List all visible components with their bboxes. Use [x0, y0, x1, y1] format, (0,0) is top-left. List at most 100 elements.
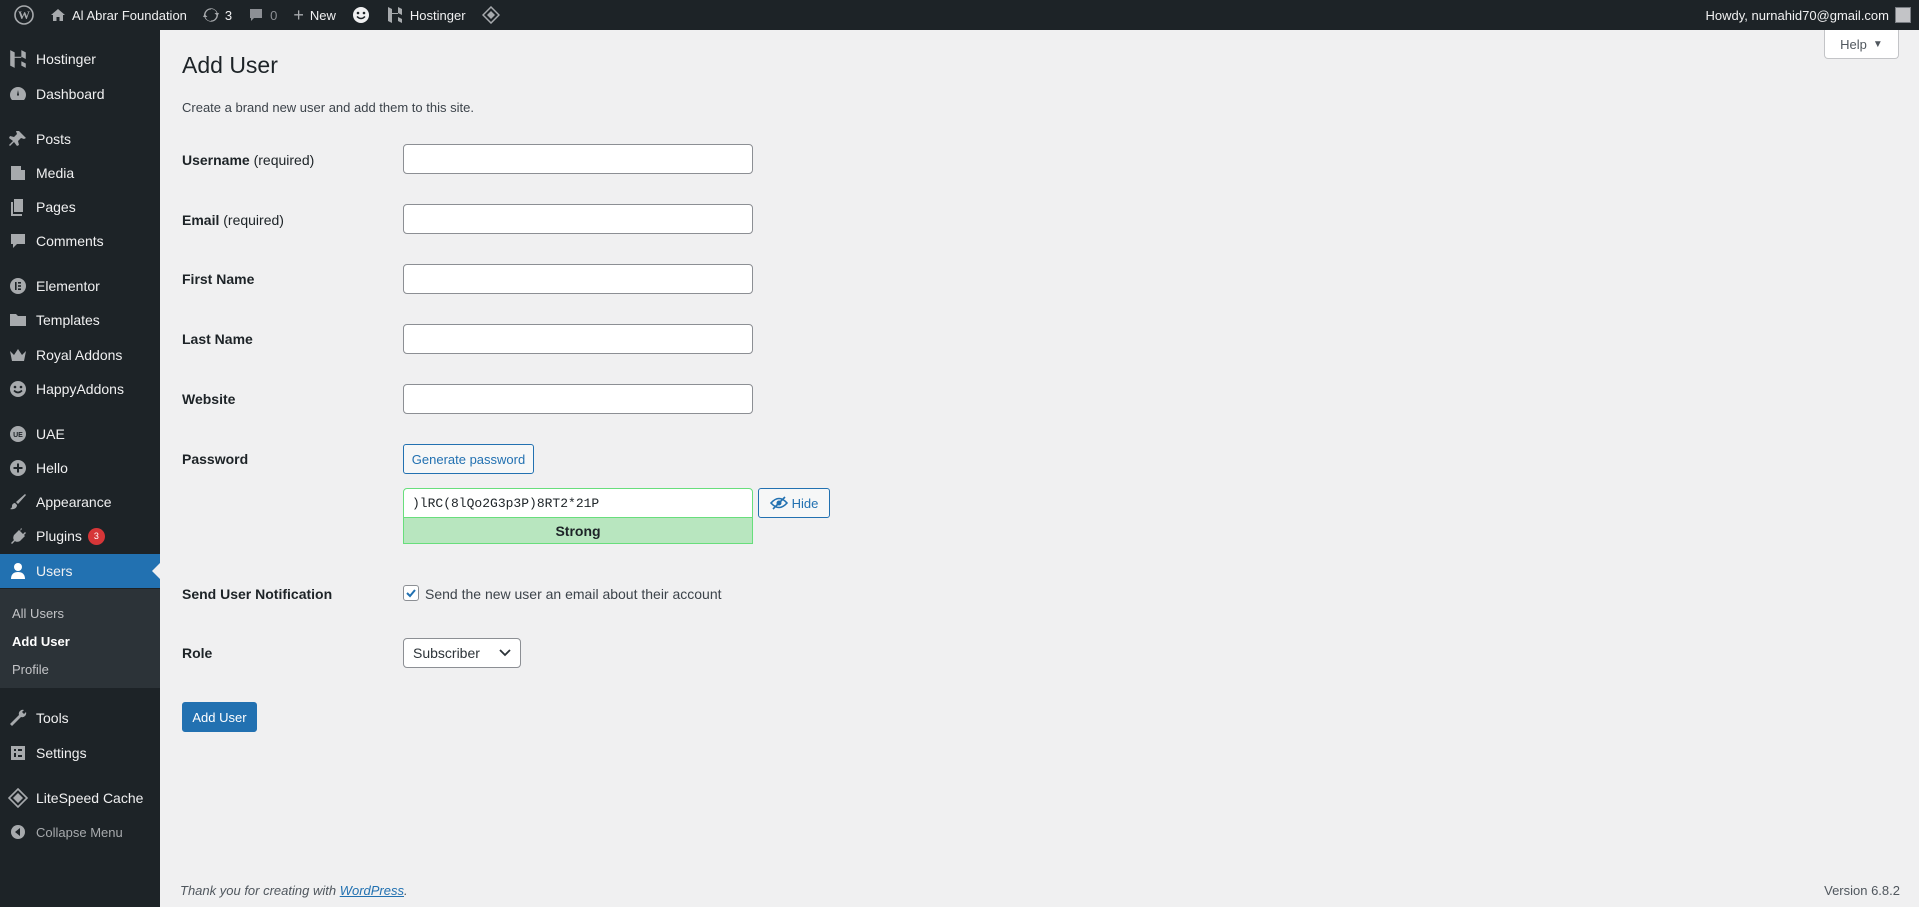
required-marker: (required): [253, 152, 315, 168]
sidebar-item-label: Templates: [36, 312, 100, 328]
email-label: Email (required): [182, 212, 284, 228]
sidebar-item-appearance[interactable]: Appearance: [0, 485, 160, 519]
sidebar-item-settings[interactable]: Settings: [0, 736, 160, 770]
site-name-link[interactable]: Al Abrar Foundation: [42, 0, 195, 30]
happy-addons-link[interactable]: [344, 0, 378, 30]
checkmark-icon: [406, 589, 416, 598]
generate-password-button[interactable]: Generate password: [403, 444, 534, 474]
footer-thanks-text: Thank you for creating with: [180, 883, 340, 898]
admin-bar: W Al Abrar Foundation 3 0 + New Hostinge…: [0, 0, 1919, 30]
password-label: Password: [182, 451, 249, 467]
diamond-icon: [481, 6, 500, 24]
plus-circle-icon: [0, 458, 36, 478]
password-strength-indicator: Strong: [403, 518, 753, 544]
sidebar-item-posts[interactable]: Posts: [0, 122, 160, 156]
sidebar-item-elementor[interactable]: Elementor: [0, 269, 160, 303]
new-content-link[interactable]: + New: [285, 0, 344, 30]
collapse-icon: [0, 822, 36, 842]
happy-icon: [0, 379, 36, 399]
footer-thanks-suffix: .: [404, 883, 408, 898]
sidebar-item-plugins[interactable]: Plugins 3: [0, 519, 160, 553]
sidebar-item-litespeed[interactable]: LiteSpeed Cache: [0, 781, 160, 815]
sidebar-item-happyaddons[interactable]: HappyAddons: [0, 372, 160, 406]
notification-text[interactable]: Send the new user an email about their a…: [425, 586, 722, 602]
role-selected-value: Subscriber: [413, 645, 480, 661]
hostinger-icon: [0, 49, 36, 69]
help-button[interactable]: Help ▼: [1824, 30, 1899, 59]
username-field[interactable]: [403, 144, 753, 174]
sidebar-item-pages[interactable]: Pages: [0, 190, 160, 224]
sidebar-item-label: Royal Addons: [36, 347, 123, 363]
comment-icon: [250, 9, 263, 21]
sidebar-item-label: LiteSpeed Cache: [36, 790, 144, 806]
sidebar-item-label: Tools: [36, 710, 69, 726]
sidebar-item-label: Appearance: [36, 494, 112, 510]
sidebar-item-hello[interactable]: Hello: [0, 451, 160, 485]
sidebar-item-label: Collapse Menu: [36, 824, 123, 840]
sidebar-item-users[interactable]: Users: [0, 554, 160, 588]
crown-icon: [0, 345, 36, 365]
hostinger-link[interactable]: Hostinger: [378, 0, 474, 30]
hostinger-icon: [387, 7, 402, 23]
username-label: Username (required): [182, 152, 314, 168]
sidebar-item-label: Comments: [36, 233, 104, 249]
eye-hidden-icon: [769, 496, 788, 510]
password-field[interactable]: )lRC(8lQo2G3p3P)8RT2*21P: [403, 488, 753, 518]
litespeed-link[interactable]: [474, 0, 508, 30]
role-label: Role: [182, 645, 213, 661]
sidebar-item-comments[interactable]: Comments: [0, 224, 160, 258]
sidebar-item-label: UAE: [36, 426, 65, 442]
last-name-field[interactable]: [403, 324, 753, 354]
notification-label: Send User Notification: [182, 586, 333, 602]
sidebar-item-tools[interactable]: Tools: [0, 701, 160, 735]
sidebar-item-media[interactable]: Media: [0, 156, 160, 190]
admin-sidebar: Hostinger Dashboard Posts Media Pages Co…: [0, 30, 160, 907]
sidebar-item-templates[interactable]: Templates: [0, 303, 160, 337]
role-select[interactable]: Subscriber: [403, 638, 521, 668]
updates-count: 3: [224, 7, 233, 23]
footer-thanks: Thank you for creating with WordPress.: [180, 883, 408, 898]
collapse-menu-button[interactable]: Collapse Menu: [0, 815, 160, 849]
sidebar-item-hostinger[interactable]: Hostinger: [0, 42, 160, 76]
sidebar-item-label: Media: [36, 165, 75, 181]
plug-icon: [0, 526, 36, 546]
chevron-down-icon: [499, 649, 511, 657]
sidebar-item-uae[interactable]: UE UAE: [0, 417, 160, 451]
add-user-button[interactable]: Add User: [182, 702, 257, 732]
sidebar-item-dashboard[interactable]: Dashboard: [0, 77, 160, 111]
sidebar-item-label: Hostinger: [36, 51, 96, 67]
updates-link[interactable]: 3: [195, 0, 240, 30]
brush-icon: [0, 492, 36, 512]
caret-down-icon: ▼: [1872, 38, 1883, 50]
page-title: Add User: [182, 52, 278, 78]
hostinger-label: Hostinger: [409, 7, 466, 23]
my-account-link[interactable]: Howdy, nurnahid70@gmail.com: [1698, 0, 1911, 30]
sidebar-item-label: Users: [36, 563, 73, 579]
hide-password-button[interactable]: Hide: [758, 488, 830, 518]
plugins-update-badge: 3: [87, 527, 105, 545]
updates-icon: [202, 8, 219, 22]
media-icon: [0, 163, 36, 183]
plus-icon: +: [293, 5, 304, 25]
site-name: Al Abrar Foundation: [72, 7, 187, 23]
submenu-item-all-users[interactable]: All Users: [12, 606, 64, 621]
submenu-item-add-user[interactable]: Add User: [12, 634, 70, 649]
email-label-text: Email: [182, 212, 220, 228]
settings-icon: [0, 743, 36, 763]
folder-icon: [0, 310, 36, 330]
first-name-field[interactable]: [403, 264, 753, 294]
website-field[interactable]: [403, 384, 753, 414]
email-field[interactable]: [403, 204, 753, 234]
sidebar-item-label: Posts: [36, 131, 72, 147]
submenu-item-profile[interactable]: Profile: [12, 662, 49, 677]
comments-link[interactable]: 0: [240, 0, 285, 30]
diamond-icon: [0, 788, 36, 808]
sidebar-item-label: HappyAddons: [36, 381, 124, 397]
required-marker: (required): [223, 212, 284, 228]
wordpress-link[interactable]: WordPress: [340, 883, 404, 898]
sidebar-item-royal-addons[interactable]: Royal Addons: [0, 338, 160, 372]
elementor-icon: [0, 276, 36, 296]
username-label-text: Username: [182, 152, 250, 168]
send-notification-checkbox[interactable]: [403, 585, 419, 601]
wordpress-logo-icon[interactable]: W: [6, 0, 42, 30]
